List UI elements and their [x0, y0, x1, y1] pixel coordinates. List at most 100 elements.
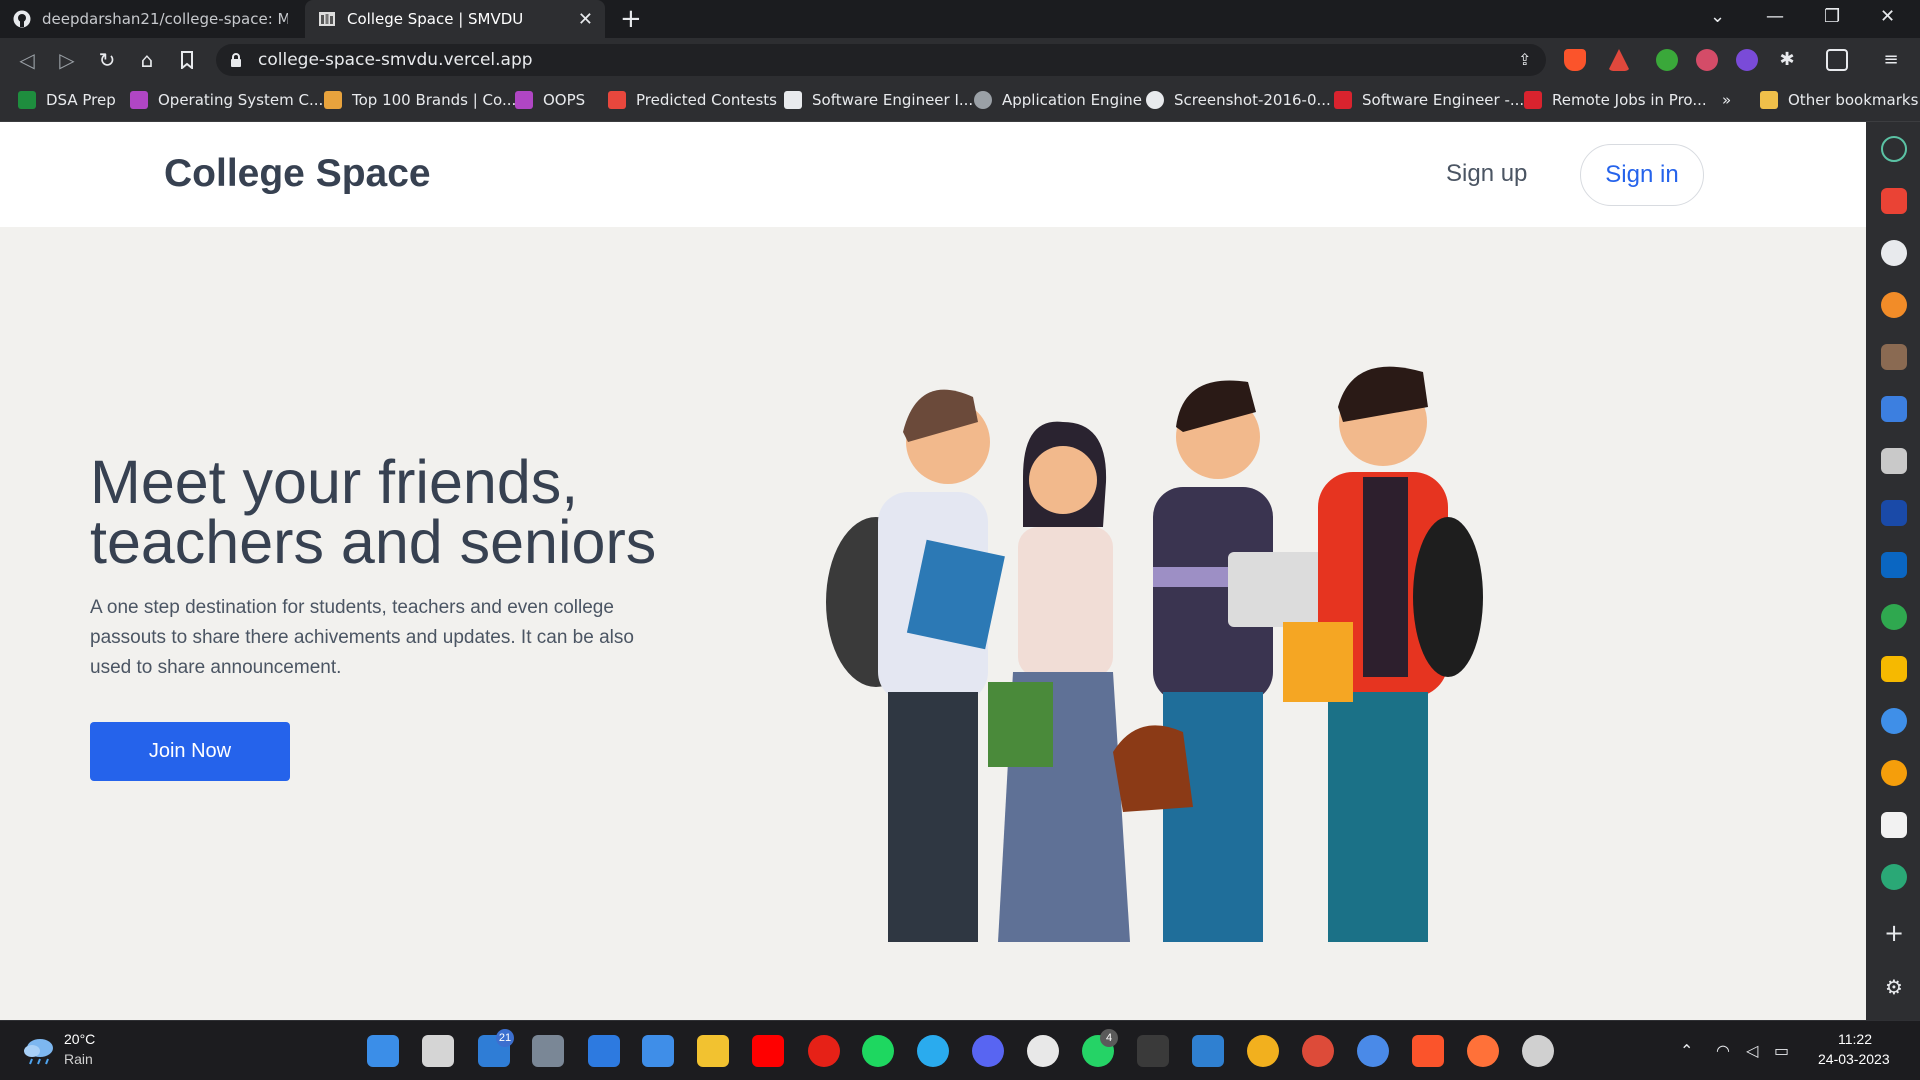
bookmark-software-engineer-1[interactable]: Software Engineer I... — [784, 91, 973, 109]
bookmark-software-engineer-2[interactable]: Software Engineer -... — [1334, 91, 1524, 109]
settings-icon[interactable]: ⚙ — [1881, 974, 1907, 1000]
brands-icon — [324, 91, 342, 109]
new-tab-icon[interactable]: + — [620, 4, 642, 34]
tray-overflow-icon[interactable]: ⌃ — [1680, 1041, 1693, 1060]
medium-icon[interactable] — [1881, 812, 1907, 838]
coding-ninjas-icon — [130, 91, 148, 109]
url-text: college-space-smvdu.vercel.app — [258, 50, 533, 70]
keep-icon[interactable] — [1881, 656, 1907, 682]
extension-colorful-icon[interactable] — [1696, 49, 1718, 71]
browser-side-panel: + ⚙ — [1866, 122, 1920, 1020]
codechef-icon[interactable] — [1881, 344, 1907, 370]
trend-icon — [608, 91, 626, 109]
clock-app-icon[interactable] — [1522, 1035, 1554, 1067]
slack-icon[interactable] — [1027, 1035, 1059, 1067]
weather-rain-icon[interactable] — [22, 1037, 56, 1065]
job-icon — [1334, 91, 1352, 109]
bookmark-icon[interactable] — [174, 47, 200, 73]
youtube-music-icon[interactable] — [808, 1035, 840, 1067]
codeforces-icon[interactable] — [1881, 396, 1907, 422]
chrome-icon[interactable] — [1302, 1035, 1334, 1067]
address-bar[interactable]: college-space-smvdu.vercel.app ⇪ — [216, 44, 1546, 76]
minimize-icon[interactable]: — — [1766, 6, 1784, 27]
tab-college-space[interactable]: College Space | SMVDU ✕ — [305, 0, 605, 38]
join-now-button[interactable]: Join Now — [90, 722, 290, 781]
battery-icon[interactable]: ▭ — [1774, 1041, 1789, 1060]
bookmark-top-brands[interactable]: Top 100 Brands | Co... — [324, 91, 516, 109]
chatgpt-icon[interactable] — [1881, 136, 1907, 162]
firefox-icon[interactable] — [1467, 1035, 1499, 1067]
bookmark-screenshot[interactable]: Screenshot-2016-0... — [1146, 91, 1331, 109]
wifi-icon[interactable]: ◠ — [1716, 1041, 1730, 1060]
restore-icon[interactable]: ❐ — [1824, 6, 1840, 27]
back-icon[interactable]: ◁ — [14, 47, 40, 73]
bookmark-remote-jobs[interactable]: Remote Jobs in Pro... — [1524, 91, 1707, 109]
bookmark-label: Software Engineer -... — [1362, 91, 1525, 109]
wallet-icon[interactable] — [1826, 49, 1848, 71]
reload-icon[interactable]: ↻ — [94, 47, 120, 73]
todo-icon[interactable] — [588, 1035, 620, 1067]
brave-rewards-icon[interactable] — [1608, 49, 1630, 71]
unacademy-icon[interactable] — [1881, 500, 1907, 526]
linkedin-icon[interactable] — [1881, 552, 1907, 578]
forward-icon[interactable]: ▷ — [54, 47, 80, 73]
notes-icon[interactable] — [1881, 448, 1907, 474]
home-icon[interactable]: ⌂ — [134, 47, 160, 73]
calculator-icon[interactable] — [532, 1035, 564, 1067]
bookmark-label: Software Engineer I... — [812, 91, 974, 109]
bookmark-application-engine[interactable]: Application Engine — [974, 91, 1142, 109]
notepad-icon[interactable] — [642, 1035, 674, 1067]
clock-time[interactable]: 11:22 — [1838, 1031, 1872, 1047]
geeksforgeeks-icon[interactable] — [1881, 604, 1907, 630]
bookmarks-overflow[interactable]: » — [1722, 91, 1731, 109]
tab-search-chevron-icon[interactable]: ⌄ — [1710, 6, 1725, 27]
start-icon[interactable] — [367, 1035, 399, 1067]
extension-green-icon[interactable] — [1656, 49, 1678, 71]
spotify-icon[interactable] — [862, 1035, 894, 1067]
bookmark-oops[interactable]: OOPS — [515, 91, 585, 109]
close-window-icon[interactable]: ✕ — [1880, 6, 1895, 27]
telegram-icon[interactable] — [917, 1035, 949, 1067]
bookmark-operating-system[interactable]: Operating System C... — [130, 91, 323, 109]
page-viewport: College Space Sign up Sign in Meet your … — [0, 122, 1866, 1020]
add-icon[interactable]: + — [1881, 920, 1907, 946]
globe-icon — [974, 91, 992, 109]
bookmark-other-bookmarks[interactable]: Other bookmarks — [1760, 91, 1918, 109]
gmail-icon[interactable] — [1881, 188, 1907, 214]
share-icon[interactable]: ⇪ — [1518, 50, 1531, 69]
bookmark-dsa-prep[interactable]: DSA Prep — [18, 91, 116, 109]
file-explorer-icon[interactable] — [697, 1035, 729, 1067]
site-favicon-icon — [317, 9, 337, 29]
youtube-icon[interactable] — [752, 1035, 784, 1067]
chrome-canary-icon[interactable] — [1247, 1035, 1279, 1067]
windows-taskbar: 20°C Rain 21 4 ⌃ ◠ ◁ ▭ 11:22 24-03-2023 — [0, 1020, 1920, 1080]
menu-icon[interactable]: ≡ — [1880, 49, 1902, 71]
close-tab-icon[interactable]: ✕ — [578, 9, 593, 30]
chevron-double-right-icon: » — [1722, 91, 1732, 109]
extension-purple-icon[interactable] — [1736, 49, 1758, 71]
signin-button[interactable]: Sign in — [1580, 144, 1704, 206]
bookmark-label: Remote Jobs in Pro... — [1552, 91, 1707, 109]
chrome-beta-icon[interactable] — [1357, 1035, 1389, 1067]
brave-shields-icon[interactable] — [1564, 49, 1586, 71]
hackerrank-icon[interactable] — [1881, 760, 1907, 786]
signup-link[interactable]: Sign up — [1446, 160, 1527, 188]
volume-icon[interactable]: ◁ — [1746, 1041, 1758, 1060]
tab-strip: deepdarshan21/college-space: Meet y Coll… — [0, 0, 1920, 38]
site-brand[interactable]: College Space — [164, 152, 431, 196]
leetcode-icon[interactable] — [1881, 292, 1907, 318]
github-icon[interactable] — [1881, 240, 1907, 266]
tab-github[interactable]: deepdarshan21/college-space: Meet y — [0, 0, 300, 38]
student-4 — [1283, 366, 1483, 942]
discord-icon[interactable] — [972, 1035, 1004, 1067]
task-view-icon[interactable] — [422, 1035, 454, 1067]
extensions-puzzle-icon[interactable]: ✱ — [1776, 49, 1798, 71]
crunchbase-icon[interactable] — [1881, 864, 1907, 890]
vscode-icon[interactable] — [1192, 1035, 1224, 1067]
terminal-icon[interactable] — [1137, 1035, 1169, 1067]
bookmark-predicted-contests[interactable]: Predicted Contests — [608, 91, 777, 109]
messenger-icon[interactable] — [1881, 708, 1907, 734]
bookmark-label: Operating System C... — [158, 91, 324, 109]
brave-icon[interactable] — [1412, 1035, 1444, 1067]
clock-date[interactable]: 24-03-2023 — [1818, 1051, 1890, 1067]
